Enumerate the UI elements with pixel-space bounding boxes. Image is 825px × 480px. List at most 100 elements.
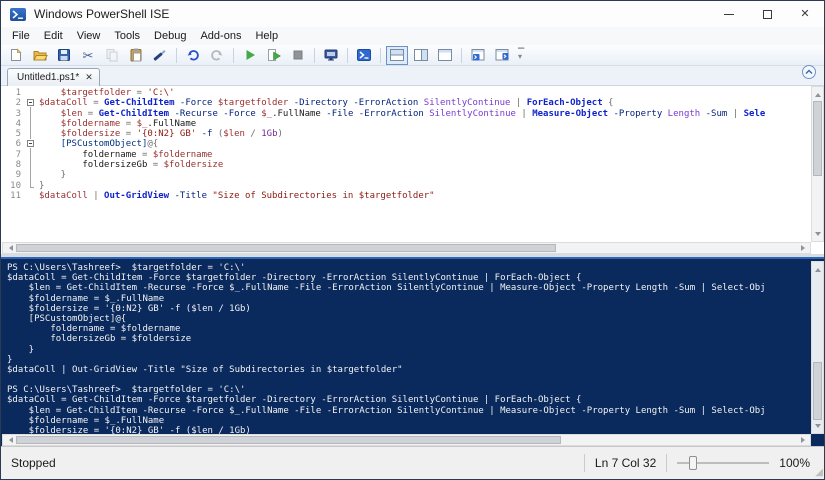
console-pane[interactable]: PS C:\Users\Tashreef> $targetfolder = 'C… xyxy=(1,257,824,447)
save-button[interactable] xyxy=(53,46,75,65)
fold-margin[interactable] xyxy=(25,139,37,149)
script-editor-pane[interactable]: 1 $targetfolder = 'C:\'2$dataColl = Get-… xyxy=(1,86,824,254)
start-powershell-button[interactable] xyxy=(353,46,375,65)
fold-margin xyxy=(25,88,37,98)
script-pane-maximized-button[interactable] xyxy=(434,46,456,65)
stop-button[interactable] xyxy=(287,46,309,65)
redo-button[interactable] xyxy=(206,46,228,65)
scroll-down-arrow-icon[interactable] xyxy=(812,422,823,432)
code-line[interactable]: 5 $foldersize = '{0:N2} GB' -f ($len / 1… xyxy=(1,129,811,139)
run-selection-button[interactable] xyxy=(263,46,285,65)
editor-hscroll-thumb[interactable] xyxy=(16,244,556,252)
console-line: $foldersize = '{0:N2} GB' -f ($len / 1Gb… xyxy=(7,304,811,314)
console-vertical-scrollbar[interactable] xyxy=(811,261,824,434)
console-vscroll-thumb[interactable] xyxy=(813,362,822,420)
resize-grip[interactable]: ◢ xyxy=(815,467,823,478)
command-addon-button[interactable] xyxy=(491,46,513,65)
zoom-level: 100% xyxy=(779,456,810,470)
code-line[interactable]: 10} xyxy=(1,181,811,191)
tab-close-icon[interactable]: ✕ xyxy=(85,72,93,83)
clear-console-button[interactable] xyxy=(149,46,171,65)
tab-untitled1[interactable]: Untitled1.ps1* ✕ xyxy=(7,68,100,86)
code-line[interactable]: 8 foldersizeGb = $foldersize xyxy=(1,160,811,170)
menu-item-edit[interactable]: Edit xyxy=(37,28,70,44)
fold-margin xyxy=(25,170,37,180)
scroll-right-arrow-icon[interactable] xyxy=(799,243,809,253)
undo-button[interactable] xyxy=(182,46,204,65)
fold-margin[interactable] xyxy=(25,98,37,108)
zoom-slider-thumb[interactable] xyxy=(689,456,697,470)
scroll-right-arrow-icon[interactable] xyxy=(799,435,809,445)
copy-button[interactable] xyxy=(101,46,123,65)
code-line[interactable]: 6 [PSCustomObject]@{ xyxy=(1,139,811,149)
script-pane-top-button[interactable] xyxy=(386,46,408,65)
fold-collapse-icon[interactable] xyxy=(27,99,34,106)
scroll-up-arrow-icon[interactable] xyxy=(812,263,823,273)
scroll-left-arrow-icon[interactable] xyxy=(4,243,14,253)
command-window-button[interactable] xyxy=(467,46,489,65)
zoom-slider[interactable] xyxy=(677,455,769,471)
code-text: $len = Get-ChildItem -Recurse -Force $_.… xyxy=(39,109,765,119)
toolbar-overflow-button[interactable]: ▔▾ xyxy=(515,51,527,59)
scroll-down-arrow-icon[interactable] xyxy=(812,230,823,240)
code-line[interactable]: 9 } xyxy=(1,170,811,180)
menu-item-view[interactable]: View xyxy=(70,28,108,44)
editor-vertical-scrollbar[interactable] xyxy=(811,86,824,242)
window-title: Windows PowerShell ISE xyxy=(34,7,169,21)
menu-item-tools[interactable]: Tools xyxy=(107,28,147,44)
scroll-up-arrow-icon[interactable] xyxy=(812,88,823,98)
command-window-icon xyxy=(470,47,486,63)
new-script-button[interactable] xyxy=(5,46,27,65)
collapse-script-pane-button[interactable] xyxy=(802,65,816,79)
code-line[interactable]: 3 $len = Get-ChildItem -Recurse -Force $… xyxy=(1,109,811,119)
maximize-button[interactable] xyxy=(748,1,786,27)
cut-button[interactable]: ✂ xyxy=(77,46,99,65)
open-script-button[interactable] xyxy=(29,46,51,65)
editor-lines: 1 $targetfolder = 'C:\'2$dataColl = Get-… xyxy=(1,86,811,242)
menu-item-debug[interactable]: Debug xyxy=(147,28,193,44)
code-line[interactable]: 1 $targetfolder = 'C:\' xyxy=(1,88,811,98)
toolbar: ✂ ▔▾ xyxy=(1,45,824,66)
menu-item-file[interactable]: File xyxy=(5,28,37,44)
fold-margin xyxy=(25,181,37,191)
line-number: 11 xyxy=(1,191,25,201)
line-number: 5 xyxy=(1,129,25,139)
code-line[interactable]: 11$dataColl | Out-GridView -Title "Size … xyxy=(1,191,811,201)
menu-item-add-ons[interactable]: Add-ons xyxy=(193,28,248,44)
code-text: $targetfolder = 'C:\' xyxy=(39,88,175,98)
editor-vscroll-thumb[interactable] xyxy=(813,101,822,176)
script-pane-top-icon xyxy=(389,47,405,63)
fold-collapse-icon[interactable] xyxy=(27,140,34,147)
console-line: $len = Get-ChildItem -Recurse -Force $_.… xyxy=(7,283,811,293)
new-script-icon xyxy=(8,47,24,63)
editor-horizontal-scrollbar[interactable] xyxy=(2,242,811,254)
code-line[interactable]: 7 foldername = $foldername xyxy=(1,150,811,160)
new-remote-tab-button[interactable] xyxy=(320,46,342,65)
console-hscroll-thumb[interactable] xyxy=(16,436,561,444)
status-text: Stopped xyxy=(1,456,56,470)
scroll-left-arrow-icon[interactable] xyxy=(4,435,14,445)
script-pane-right-button[interactable] xyxy=(410,46,432,65)
run-script-icon xyxy=(242,47,258,63)
fold-margin xyxy=(25,150,37,160)
code-line[interactable]: 2$dataColl = Get-ChildItem -Force $targe… xyxy=(1,98,811,108)
tab-strip: Untitled1.ps1* ✕ xyxy=(1,66,824,86)
code-text: foldersizeGb = $foldersize xyxy=(39,160,223,170)
console-line: $dataColl | Out-GridView -Title "Size of… xyxy=(7,365,811,375)
close-button[interactable]: ✕ xyxy=(786,1,824,27)
menu-item-help[interactable]: Help xyxy=(248,28,285,44)
code-text: } xyxy=(39,170,66,180)
code-line[interactable]: 4 $foldername = $_.FullName xyxy=(1,119,811,129)
redo-icon xyxy=(209,47,225,63)
script-pane-right-icon xyxy=(413,47,429,63)
run-script-button[interactable] xyxy=(239,46,261,65)
status-bar: Stopped Ln 7 Col 32 100% ◢ xyxy=(1,446,824,479)
title-bar[interactable]: Windows PowerShell ISE ✕ xyxy=(1,1,824,27)
start-powershell-icon xyxy=(356,47,372,63)
undo-icon xyxy=(185,47,201,63)
console-horizontal-scrollbar[interactable] xyxy=(2,434,811,446)
console-line xyxy=(7,375,811,385)
toolbar-separator xyxy=(347,48,348,63)
minimize-button[interactable] xyxy=(710,1,748,27)
paste-button[interactable] xyxy=(125,46,147,65)
